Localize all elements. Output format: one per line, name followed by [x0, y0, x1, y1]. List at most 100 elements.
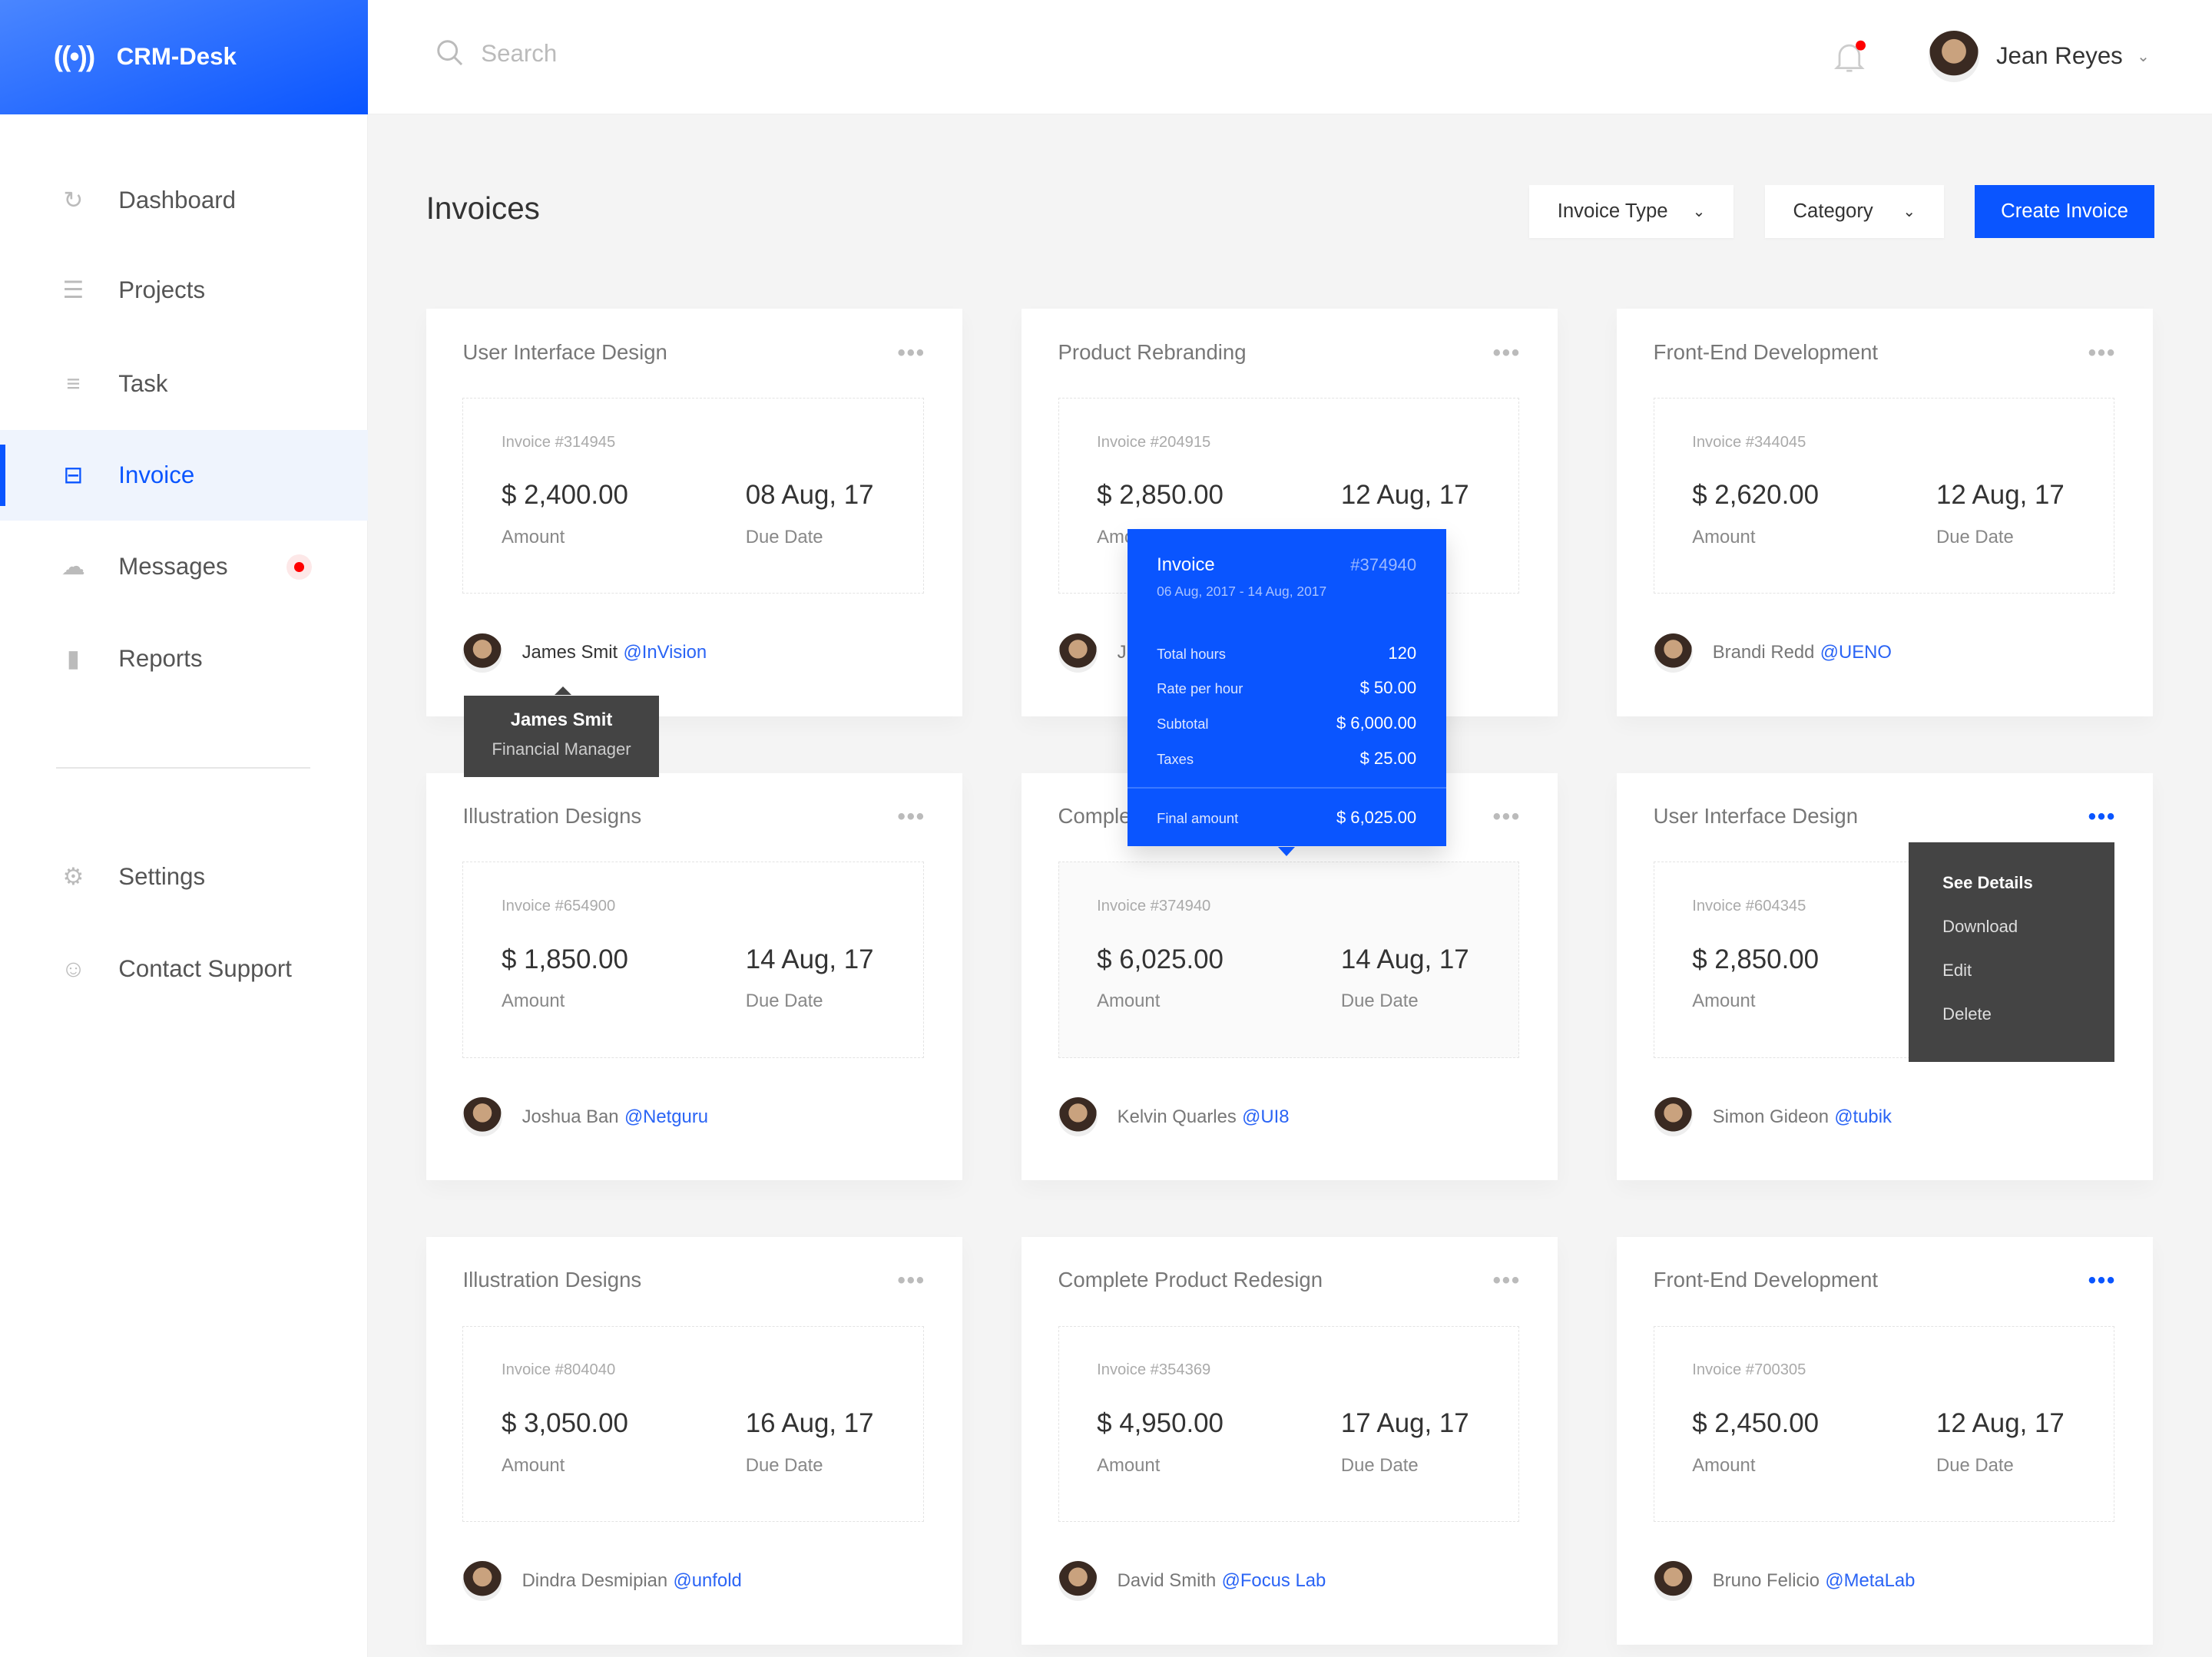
broadcast-icon: ((•)) — [53, 41, 95, 73]
app: ((•)) CRM-Desk Jean Reyes ⌄ ↻ Dashboard ☰ P… — [0, 0, 2212, 1657]
client-contact[interactable]: Dindra Desmipian @unfold — [462, 1561, 742, 1601]
more-options-icon[interactable]: ••• — [898, 1268, 926, 1294]
menu-item-see-details[interactable]: See Details — [1909, 873, 2114, 917]
menu-item-download[interactable]: Download — [1909, 917, 2114, 961]
more-options-icon[interactable]: ••• — [898, 340, 926, 366]
invoice-type-label: Invoice Type — [1557, 200, 1668, 222]
sidebar-item-contact-support[interactable]: ☺ Contact Support — [0, 924, 368, 1014]
invoice-card[interactable]: User Interface Design ••• Invoice #314945 $… — [426, 309, 962, 717]
invoice-card[interactable]: Illustration Designs ••• Invoice #654900 $ … — [426, 772, 962, 1181]
more-options-icon[interactable]: ••• — [898, 804, 926, 830]
create-invoice-button[interactable]: Create Invoice — [1975, 184, 2154, 239]
more-options-icon[interactable]: ••• — [2088, 804, 2116, 830]
client-company-link[interactable]: @MetaLab — [1825, 1570, 1915, 1592]
row-value: $ 25.00 — [1359, 749, 1417, 769]
sidebar-item-label: Projects — [118, 276, 206, 304]
card-title: Illustration Designs — [462, 803, 642, 828]
sidebar-item-dashboard[interactable]: ↻ Dashboard — [0, 155, 368, 246]
client-contact[interactable]: James Smit @InVision — [462, 633, 707, 673]
client-company-link[interactable]: @InVision — [624, 642, 707, 663]
popover-divider — [1127, 786, 1446, 789]
category-select[interactable]: Category ⌄ — [1764, 184, 1944, 239]
sidebar-item-invoice[interactable]: ⊟ Invoice — [0, 430, 369, 521]
client-name: Joshua Ban — [522, 1106, 619, 1127]
avatar — [1058, 633, 1098, 673]
amount-label: Amount — [502, 1454, 565, 1476]
more-options-icon[interactable]: ••• — [1493, 804, 1521, 830]
more-options-icon[interactable]: ••• — [2088, 1268, 2116, 1294]
invoice-card[interactable]: Front-End Development ••• Invoice #344045 $… — [1616, 309, 2153, 717]
avatar — [1058, 1096, 1098, 1137]
due-date-label: Due Date — [1340, 1454, 1419, 1476]
invoice-summary: Invoice #344045 $ 2,620.00 12 Aug, 17 Amoun… — [1653, 397, 2115, 594]
user-menu[interactable]: Jean Reyes ⌄ — [1928, 31, 2150, 82]
client-company-link[interactable]: @UI8 — [1242, 1106, 1289, 1128]
amount-value: $ 2,850.00 — [1692, 944, 1820, 974]
bell-icon[interactable] — [1831, 38, 1868, 75]
invoice-summary: Invoice #354369 $ 4,950.00 17 Aug, 17 Amoun… — [1058, 1325, 1520, 1522]
sidebar-item-label: Dashboard — [118, 186, 237, 213]
more-options-icon[interactable]: ••• — [1493, 340, 1521, 366]
invoice-card[interactable]: Front-End Development ••• Invoice #700305 $… — [1616, 1236, 2153, 1645]
menu-item-delete[interactable]: Delete — [1909, 1004, 2114, 1048]
client-contact[interactable]: J — [1058, 633, 1132, 673]
invoice-summary: Invoice #314945 $ 2,400.00 08 Aug, 17 Amoun… — [462, 397, 925, 594]
projects-icon: ☰ — [62, 276, 84, 304]
row-label: Taxes — [1157, 751, 1194, 768]
category-label: Category — [1793, 200, 1873, 222]
invoice-card[interactable]: Illustration Designs ••• Invoice #804040 $ … — [426, 1236, 962, 1645]
popover-row: Total hours 120 — [1157, 643, 1416, 663]
dashboard-icon: ↻ — [63, 186, 84, 213]
client-contact[interactable]: Bruno Felicio @MetaLab — [1653, 1561, 1915, 1601]
client-company-link[interactable]: @UENO — [1820, 642, 1892, 663]
avatar — [462, 633, 502, 673]
sidebar: ↻ Dashboard ☰ Projects ≡ Task ⊟ Invoice ☁ Message… — [0, 114, 369, 1657]
sidebar-item-messages[interactable]: ☁ Messages — [0, 522, 368, 613]
search-input[interactable] — [481, 39, 763, 68]
sidebar-item-task[interactable]: ≡ Task — [0, 339, 368, 429]
sidebar-item-reports[interactable]: ▮ Reports — [0, 614, 368, 704]
due-date-value: 17 Aug, 17 — [1340, 1408, 1469, 1439]
row-value: $ 50.00 — [1359, 678, 1417, 698]
amount-label: Amount — [1692, 527, 1756, 548]
client-name: Bruno Felicio — [1712, 1569, 1820, 1591]
client-contact[interactable]: David Smith @Focus Lab — [1058, 1561, 1326, 1601]
client-company-link[interactable]: @Netguru — [624, 1106, 708, 1128]
amount-label: Amount — [1097, 991, 1161, 1012]
brand-name: CRM-Desk — [116, 43, 237, 71]
avatar — [1058, 1561, 1098, 1601]
client-contact[interactable]: Kelvin Quarles @UI8 — [1058, 1096, 1290, 1137]
due-date-label: Due Date — [1936, 1454, 2014, 1476]
tooltip-name: James Smit — [510, 709, 613, 730]
sidebar-item-settings[interactable]: ⚙ Settings — [0, 832, 368, 923]
client-company-link[interactable]: @Focus Lab — [1222, 1570, 1326, 1592]
client-contact[interactable]: Joshua Ban @Netguru — [462, 1096, 708, 1137]
user-name: Jean Reyes — [1995, 42, 2123, 70]
final-label: Final amount — [1157, 810, 1239, 827]
invoice-type-select[interactable]: Invoice Type ⌄ — [1529, 184, 1734, 239]
more-options-icon[interactable]: ••• — [1493, 1268, 1521, 1294]
search-bar[interactable] — [436, 39, 763, 68]
client-company-link[interactable]: @tubik — [1834, 1106, 1892, 1128]
client-contact[interactable]: Simon Gideon @tubik — [1653, 1096, 1892, 1137]
page-title: Invoices — [426, 190, 540, 226]
avatar — [462, 1096, 502, 1137]
more-options-icon[interactable]: ••• — [2088, 340, 2116, 366]
context-menu: See Details Download Edit Delete — [1909, 842, 2115, 1063]
client-name: David Smith — [1117, 1569, 1217, 1591]
support-icon: ☺ — [61, 954, 86, 982]
popover-row: Taxes $ 25.00 — [1157, 749, 1416, 769]
amount-label: Amount — [502, 527, 565, 548]
amount-value: $ 6,025.00 — [1097, 944, 1224, 974]
invoice-number: Invoice #204915 — [1097, 433, 1211, 451]
sidebar-item-projects[interactable]: ☰ Projects — [0, 246, 368, 336]
amount-label: Amount — [502, 991, 565, 1012]
invoice-card[interactable]: Complete Product Redesign ••• Invoice #354… — [1021, 1236, 1558, 1645]
menu-item-edit[interactable]: Edit — [1909, 961, 2114, 1004]
sidebar-item-label: Messages — [118, 553, 228, 580]
client-contact[interactable]: Brandi Redd @UENO — [1653, 633, 1892, 673]
invoice-icon: ⊟ — [63, 461, 84, 488]
client-company-link[interactable]: @unfold — [674, 1570, 742, 1592]
brand[interactable]: ((•)) CRM-Desk — [0, 0, 369, 114]
chevron-down-icon: ⌄ — [1692, 203, 1706, 220]
